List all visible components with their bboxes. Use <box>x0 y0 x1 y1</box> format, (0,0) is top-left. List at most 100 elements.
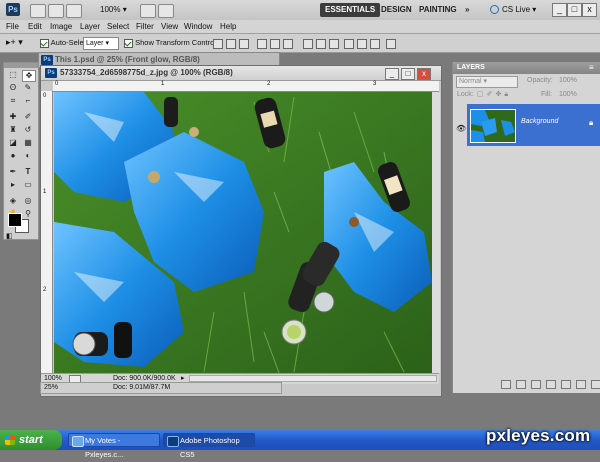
move-tool-icon[interactable]: ✥ <box>22 70 36 82</box>
ruler-mark: 0 <box>55 81 59 87</box>
workspace-essentials[interactable]: ESSENTIALS <box>320 3 381 17</box>
3d-rotate-tool-icon[interactable]: ◈ <box>7 196 19 206</box>
mini-bridge-icon[interactable] <box>48 4 64 18</box>
quick-select-tool-icon[interactable]: ✎ <box>22 83 34 93</box>
bridge-icon[interactable] <box>30 4 46 18</box>
zoom-tool-icon[interactable]: ⚲ <box>22 209 34 219</box>
new-group-icon[interactable] <box>561 380 571 389</box>
menu-select[interactable]: Select <box>107 21 129 32</box>
doc-close-button[interactable]: x <box>417 68 431 80</box>
ruler-mark: 1 <box>161 81 165 87</box>
photo-grass-bags-cans <box>54 92 432 373</box>
vertical-scrollbar[interactable] <box>432 92 440 373</box>
default-colors-icon[interactable]: ◧ <box>6 232 13 240</box>
menu-view[interactable]: View <box>161 21 178 32</box>
auto-align-layers-icon[interactable] <box>386 39 396 49</box>
view-extras-icon[interactable] <box>66 4 82 18</box>
align-left-icon[interactable] <box>257 39 267 49</box>
menu-filter[interactable]: Filter <box>136 21 154 32</box>
menu-help[interactable]: Help <box>220 21 236 32</box>
fill-label: Fill: <box>541 91 552 98</box>
blur-tool-icon[interactable]: ● <box>7 151 19 161</box>
lock-options-icons[interactable]: ▢✐✥🔒︎ <box>477 90 511 99</box>
distribute-right-icon[interactable] <box>370 39 380 49</box>
menu-layer[interactable]: Layer <box>80 21 100 32</box>
taskbar-item-photoshop[interactable]: Adobe Photoshop CS5 <box>163 433 255 459</box>
doc-maximize-button[interactable]: □ <box>401 68 415 80</box>
type-tool-icon[interactable]: T <box>22 167 34 177</box>
foreground-color-swatch[interactable] <box>8 213 22 227</box>
align-bottom-icon[interactable] <box>239 39 249 49</box>
crop-tool-icon[interactable]: ⌗ <box>7 96 19 106</box>
document-title-bar[interactable]: Ps 57333754_2d6598775d_z.jpg @ 100% (RGB… <box>41 66 441 81</box>
menu-image[interactable]: Image <box>50 21 72 32</box>
healing-brush-tool-icon[interactable]: ✚ <box>7 112 19 122</box>
new-layer-icon[interactable] <box>576 380 586 389</box>
menu-bar: File Edit Image Layer Select Filter View… <box>0 20 600 34</box>
path-selection-tool-icon[interactable]: ▸ <box>7 180 19 190</box>
vertical-ruler[interactable]: 0 1 2 <box>41 91 53 373</box>
zoom-level-select[interactable]: 100% ▾ <box>98 4 134 16</box>
taskbar-item-pxleyes[interactable]: My Votes - Pxleyes.c... <box>68 433 160 459</box>
pen-tool-icon[interactable]: ✒ <box>7 167 19 177</box>
close-button[interactable]: x <box>582 3 597 17</box>
distribute-left-icon[interactable] <box>344 39 354 49</box>
history-brush-tool-icon[interactable]: ↺ <box>22 125 34 135</box>
eraser-tool-icon[interactable]: ◪ <box>7 138 19 148</box>
lasso-tool-icon[interactable]: ʘ <box>7 83 19 93</box>
layer-style-icon[interactable] <box>516 380 526 389</box>
more-workspaces-button[interactable]: » <box>460 3 474 17</box>
maximize-button[interactable]: □ <box>567 3 582 17</box>
minimize-button[interactable]: _ <box>552 3 567 17</box>
dodge-tool-icon[interactable]: ◐ <box>22 151 34 161</box>
options-bar: ▸+ ▾ Auto-Select: Layer ▾ Show Transform… <box>0 34 600 53</box>
distribute-bottom-icon[interactable] <box>329 39 339 49</box>
move-tool-icon[interactable]: ▸+ ▾ <box>6 38 23 47</box>
outer-zoom-level[interactable]: 25% <box>44 383 58 393</box>
align-horizontal-center-icon[interactable] <box>270 39 280 49</box>
distribute-center-icon[interactable] <box>316 39 326 49</box>
auto-select-target-select[interactable]: Layer ▾ <box>83 37 119 50</box>
eyedropper-tool-icon[interactable]: ⌐ <box>22 96 34 106</box>
arrange-documents-icon[interactable] <box>140 4 156 18</box>
tools-panel-grip[interactable] <box>4 63 38 68</box>
blend-mode-select[interactable]: Normal ▾ <box>456 76 518 88</box>
menu-file[interactable]: File <box>6 21 19 32</box>
horizontal-scrollbar[interactable] <box>189 375 437 382</box>
cs-live-icon <box>490 5 499 15</box>
opacity-value[interactable]: 100% <box>559 77 577 84</box>
align-right-icon[interactable] <box>283 39 293 49</box>
link-layers-icon[interactable] <box>501 380 511 389</box>
align-top-icon[interactable] <box>213 39 223 49</box>
workspace-painting[interactable]: PAINTING <box>414 3 462 17</box>
distribute-hcenter-icon[interactable] <box>357 39 367 49</box>
doc-minimize-button[interactable]: _ <box>385 68 399 80</box>
show-transform-controls-checkbox[interactable]: Show Transform Controls <box>124 38 220 48</box>
layer-visibility-eye-icon[interactable]: 👁︎ <box>456 124 466 133</box>
brush-tool-icon[interactable]: ✐ <box>22 112 34 122</box>
menu-edit[interactable]: Edit <box>28 21 42 32</box>
start-button[interactable]: start <box>0 430 62 450</box>
align-vertical-center-icon[interactable] <box>226 39 236 49</box>
layer-mask-icon[interactable] <box>531 380 541 389</box>
fill-value[interactable]: 100% <box>559 91 577 98</box>
taskbar-item-label: Adobe Photoshop CS5 <box>180 436 240 459</box>
distribute-top-icon[interactable] <box>303 39 313 49</box>
layer-row-background[interactable]: Background 🔒︎ <box>467 104 600 146</box>
cs-live-button[interactable]: CS Live ▾ <box>490 3 536 17</box>
gradient-tool-icon[interactable]: ▦ <box>22 138 34 148</box>
delete-layer-icon[interactable] <box>591 380 600 389</box>
clone-stamp-tool-icon[interactable]: ♜ <box>7 125 19 135</box>
menu-window[interactable]: Window <box>184 21 212 32</box>
panel-menu-icon[interactable]: ≡ <box>589 63 594 72</box>
adjustment-layer-icon[interactable] <box>546 380 556 389</box>
workspace-design[interactable]: DESIGN <box>376 3 417 17</box>
marquee-tool-icon[interactable]: ⬚ <box>7 70 19 80</box>
screen-mode-icon[interactable] <box>158 4 174 18</box>
3d-orbit-tool-icon[interactable]: ◎ <box>22 196 34 206</box>
image-canvas[interactable] <box>54 92 432 373</box>
outer-document-size-info[interactable]: Doc: 9.01M/87.7M <box>113 383 170 393</box>
layers-panel-header[interactable]: LAYERS ≡ <box>453 62 600 74</box>
horizontal-ruler[interactable]: 0 1 2 3 <box>53 81 439 92</box>
shape-tool-icon[interactable]: ▭ <box>22 180 34 190</box>
